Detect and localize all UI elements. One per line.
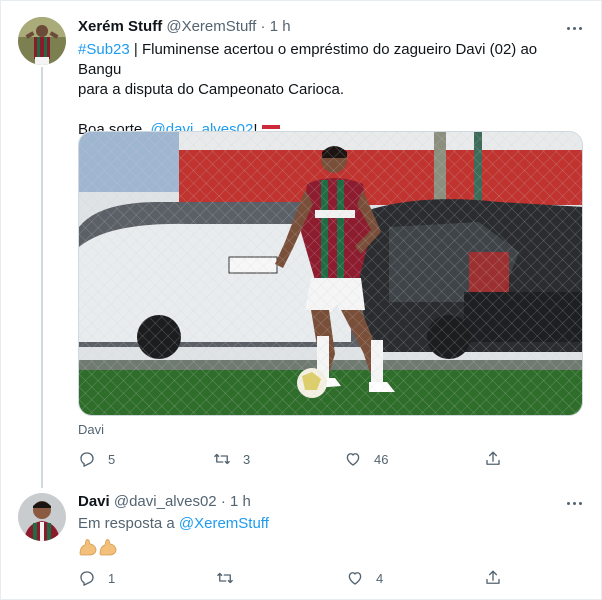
share-button[interactable]	[484, 450, 502, 468]
user-handle[interactable]: @davi_alves02	[114, 493, 217, 510]
tweet-text-line1: | Fluminense acertou o empréstimo do zag…	[78, 41, 538, 78]
reply-icon	[80, 452, 94, 467]
share-button[interactable]	[484, 569, 502, 587]
like-count: 46	[374, 451, 389, 467]
tweet-davi-reply[interactable]: Davi @davi_alves02 · 1 h Em resposta a @…	[0, 490, 602, 600]
display-name[interactable]: Xerém Stuff	[78, 18, 162, 35]
display-name[interactable]: Davi	[78, 493, 110, 510]
like-count: 4	[376, 570, 384, 586]
like-button[interactable]: 4	[346, 569, 383, 587]
tweet-actions: 1 4	[78, 569, 518, 589]
hashtag-link[interactable]: #Sub23	[78, 41, 130, 58]
media-caption: Davi	[78, 422, 105, 437]
tweet-header: Davi @davi_alves02 · 1 h	[78, 492, 251, 512]
retweet-icon	[217, 572, 233, 584]
reply-context: Em resposta a @XeremStuff	[78, 514, 583, 534]
tweet-text: #Sub23 | Fluminense acertou o empréstimo…	[78, 40, 583, 140]
retweet-icon	[214, 453, 230, 465]
tweet-text	[78, 538, 583, 558]
share-icon	[486, 570, 500, 584]
flexed-biceps-icon	[98, 538, 118, 556]
tweet-header: Xerém Stuff @XeremStuff · 1 h	[78, 17, 291, 37]
retweet-button[interactable]: 3	[213, 450, 250, 468]
reply-count: 1	[108, 570, 116, 586]
tweet-actions: 5 3 46	[78, 450, 518, 470]
tweet-photo[interactable]	[78, 131, 583, 416]
like-button[interactable]: 46	[344, 450, 388, 468]
avatar[interactable]	[18, 17, 66, 65]
dot-separator: ·	[220, 493, 226, 510]
user-handle[interactable]: @XeremStuff	[166, 18, 256, 35]
reply-button[interactable]: 1	[78, 569, 115, 587]
retweet-count: 3	[243, 451, 251, 467]
more-options-icon[interactable]	[564, 18, 584, 38]
reply-icon	[80, 571, 94, 586]
share-icon	[486, 451, 500, 465]
reply-button[interactable]: 5	[78, 450, 115, 468]
flexed-biceps-icon	[78, 538, 98, 556]
avatar[interactable]	[18, 493, 66, 541]
timestamp[interactable]: 1 h	[230, 493, 251, 510]
tweet-text-line2: para a disputa do Campeonato Carioca.	[78, 81, 345, 98]
tweet-xerem-stuff[interactable]: Xerém Stuff @XeremStuff · 1 h #Sub23 | F…	[0, 0, 602, 490]
reply-prefix: Em resposta a	[78, 515, 179, 532]
retweet-button[interactable]	[216, 569, 246, 587]
dot-separator: ·	[260, 18, 266, 35]
timestamp[interactable]: 1 h	[270, 18, 291, 35]
more-options-icon[interactable]	[564, 493, 584, 513]
reply-count: 5	[108, 451, 116, 467]
heart-icon	[346, 453, 360, 466]
reply-to-link[interactable]: @XeremStuff	[179, 515, 269, 532]
heart-icon	[348, 572, 362, 585]
